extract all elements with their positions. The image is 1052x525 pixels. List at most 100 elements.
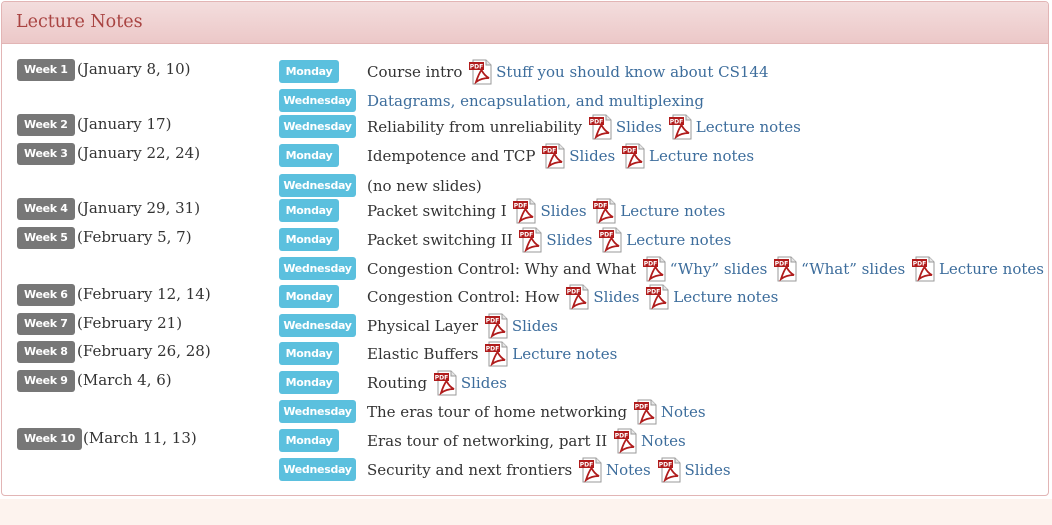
link-notes[interactable]: Notes: [641, 432, 686, 450]
lecture-title: Packet switching I: [367, 202, 507, 220]
pdf-icon: PDF: [541, 143, 567, 169]
lecture-title: (no new slides): [367, 177, 482, 195]
schedule-row: Week 3 (January 22, 24) Monday Idempotence …: [2, 142, 1048, 169]
week-label: Week 8: [17, 341, 75, 363]
link-slides[interactable]: Slides: [685, 461, 731, 479]
lecture-title: Congestion Control: How: [367, 288, 560, 306]
pdf-icon: PDF: [592, 198, 618, 224]
link-slides[interactable]: Slides: [616, 118, 662, 136]
week-label: Week 6: [17, 284, 75, 306]
week-label: Week 7: [17, 313, 75, 335]
week-label: Week 2: [17, 114, 75, 136]
link-slides[interactable]: Slides: [512, 317, 558, 335]
week-dates: (January 29, 31): [77, 199, 201, 217]
day-label: Wednesday: [279, 89, 356, 112]
pdf-icon: PDF: [433, 370, 459, 396]
panel-heading: Lecture Notes: [2, 2, 1048, 44]
lecture-content: (no new slides): [367, 172, 482, 199]
lecture-notes-panel: Lecture Notes Week 1 (January 8, 10) Monda…: [1, 1, 1049, 496]
schedule-row: Wednesday The eras tour of home networkin…: [2, 398, 1048, 425]
schedule-row: Week 5 (February 5, 7) Monday Packet switch…: [2, 226, 1048, 253]
link-lecture-notes[interactable]: Lecture notes: [673, 288, 778, 306]
lecture-title: Elastic Buffers: [367, 345, 479, 363]
week-dates: (March 11, 13): [83, 429, 197, 447]
lecture-content: Idempotence and TCP PDF Slides PDF Lecture…: [367, 142, 754, 169]
lecture-title: Idempotence and TCP: [367, 147, 536, 165]
schedule-row: Week 8 (February 26, 28) Monday Elastic Buf…: [2, 340, 1048, 367]
link-lecture-notes[interactable]: Lecture notes: [696, 118, 801, 136]
lecture-title: Course intro: [367, 63, 463, 81]
lecture-content: Security and next frontiers PDF Notes PDF…: [367, 456, 731, 483]
pdf-icon: PDF: [588, 114, 614, 140]
link-notes[interactable]: Notes: [606, 461, 651, 479]
week-dates: (January 8, 10): [77, 60, 191, 78]
day-label: Monday: [279, 144, 339, 167]
link-stuff-you-should-know-about-cs144[interactable]: Stuff you should know about CS144: [496, 63, 768, 81]
day-label: Monday: [279, 371, 339, 394]
lecture-title: The eras tour of home networking: [367, 403, 628, 421]
link-lecture-notes[interactable]: Lecture notes: [626, 231, 731, 249]
lecture-content: Physical Layer PDF Slides: [367, 312, 558, 339]
day-label: Monday: [279, 342, 339, 365]
pdf-icon: PDF: [668, 114, 694, 140]
week-dates: (March 4, 6): [77, 371, 172, 389]
schedule-row: Week 10 (March 11, 13) Monday Eras tour of …: [2, 427, 1048, 454]
pdf-icon: PDF: [621, 143, 647, 169]
lecture-title: Packet switching II: [367, 231, 513, 249]
day-label: Wednesday: [279, 115, 356, 138]
pdf-icon: PDF: [484, 341, 510, 367]
lecture-title: Routing: [367, 374, 428, 392]
day-label: Monday: [279, 429, 339, 452]
pdf-icon: PDF: [512, 198, 538, 224]
week-dates: (February 26, 28): [77, 342, 211, 360]
link-lecture-notes[interactable]: Lecture notes: [512, 345, 617, 363]
link-lecture-notes[interactable]: Lecture notes: [649, 147, 754, 165]
day-label: Wednesday: [279, 314, 356, 337]
pdf-icon: PDF: [911, 256, 937, 282]
lecture-content: Course intro PDF Stuff you should know ab…: [367, 58, 769, 85]
lecture-content: The eras tour of home networking PDF Note…: [367, 398, 706, 425]
link-slides[interactable]: Slides: [546, 231, 592, 249]
lecture-content: Elastic Buffers PDF Lecture notes: [367, 340, 617, 367]
week-dates: (January 17): [77, 115, 172, 133]
day-label: Wednesday: [279, 400, 356, 423]
week-dates: (January 22, 24): [77, 144, 201, 162]
link-why-slides[interactable]: “Why” slides: [670, 260, 768, 278]
lecture-content: Packet switching I PDF Slides PDF Lecture …: [367, 197, 725, 224]
link-what-slides[interactable]: “What” slides: [801, 260, 905, 278]
week-label: Week 4: [17, 198, 75, 220]
pdf-icon: PDF: [657, 457, 683, 483]
lecture-content: Reliability from unreliability PDF Slides…: [367, 113, 801, 140]
link-slides[interactable]: Slides: [540, 202, 586, 220]
link-lecture-notes[interactable]: Lecture notes: [939, 260, 1044, 278]
schedule-row: Wednesday Security and next frontiers PDF…: [2, 456, 1048, 483]
schedule-row: Week 9 (March 4, 6) Monday Routing PDF Slide…: [2, 369, 1048, 396]
lecture-content: Datagrams, encapsulation, and multiplexi…: [367, 87, 704, 114]
lecture-title: Physical Layer: [367, 317, 479, 335]
link-slides[interactable]: Slides: [461, 374, 507, 392]
pdf-icon: PDF: [642, 256, 668, 282]
link-datagrams-encapsulation-and-multiplexing[interactable]: Datagrams, encapsulation, and multiplexi…: [367, 92, 704, 110]
pdf-icon: PDF: [613, 428, 639, 454]
link-slides[interactable]: Slides: [593, 288, 639, 306]
pdf-icon: PDF: [484, 313, 510, 339]
lecture-title: Congestion Control: Why and What: [367, 260, 636, 278]
schedule-row: Wednesday Datagrams, encapsulation, and m…: [2, 87, 1048, 114]
link-slides[interactable]: Slides: [569, 147, 615, 165]
schedule-row: Wednesday Congestion Control: Why and Wha…: [2, 255, 1048, 282]
schedule-row: Week 2 (January 17) Wednesday Reliability f…: [2, 113, 1048, 140]
day-label: Monday: [279, 60, 339, 83]
page-bottom-strip: [0, 499, 1052, 525]
lecture-content: Congestion Control: How PDF Slides PDF Lec…: [367, 283, 778, 310]
pdf-icon: PDF: [633, 399, 659, 425]
week-label: Week 10: [17, 428, 83, 450]
day-label: Monday: [279, 228, 339, 251]
day-label: Monday: [279, 199, 339, 222]
lecture-content: Routing PDF Slides: [367, 369, 507, 396]
schedule-row: Week 6 (February 12, 14) Monday Congestion …: [2, 283, 1048, 310]
pdf-icon: PDF: [645, 284, 671, 310]
day-label: Monday: [279, 285, 339, 308]
lecture-title: Security and next frontiers: [367, 461, 573, 479]
link-lecture-notes[interactable]: Lecture notes: [620, 202, 725, 220]
link-notes[interactable]: Notes: [661, 403, 706, 421]
